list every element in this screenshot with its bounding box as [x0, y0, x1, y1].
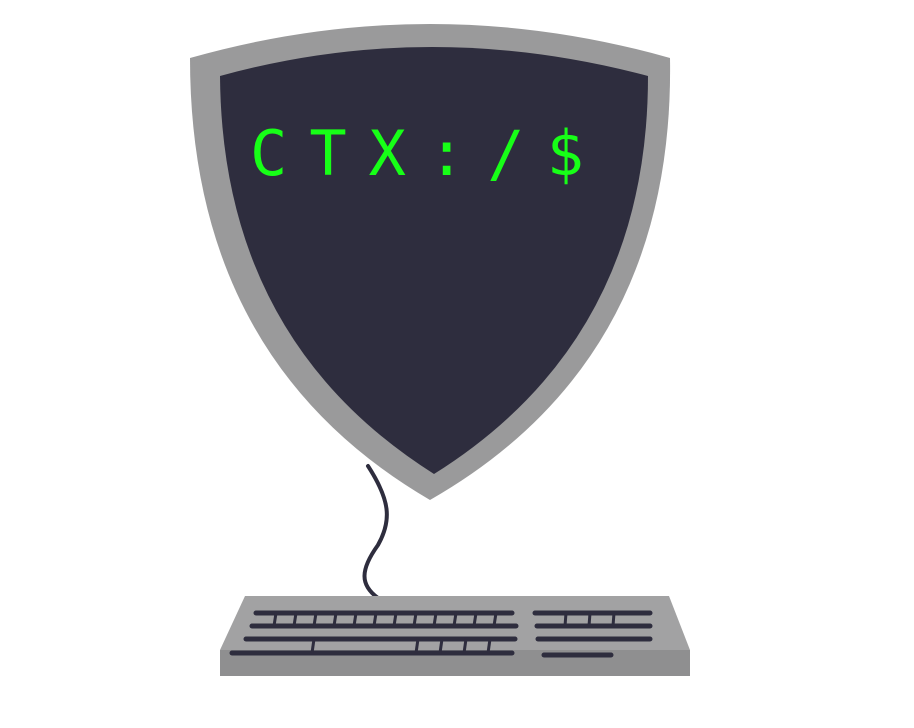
cable-icon — [362, 464, 389, 600]
ctx-logo: CTX:/$ — [190, 24, 690, 676]
shield-face — [220, 47, 648, 474]
prompt-text: CTX:/$ — [250, 117, 606, 190]
keyboard-icon — [220, 596, 690, 676]
